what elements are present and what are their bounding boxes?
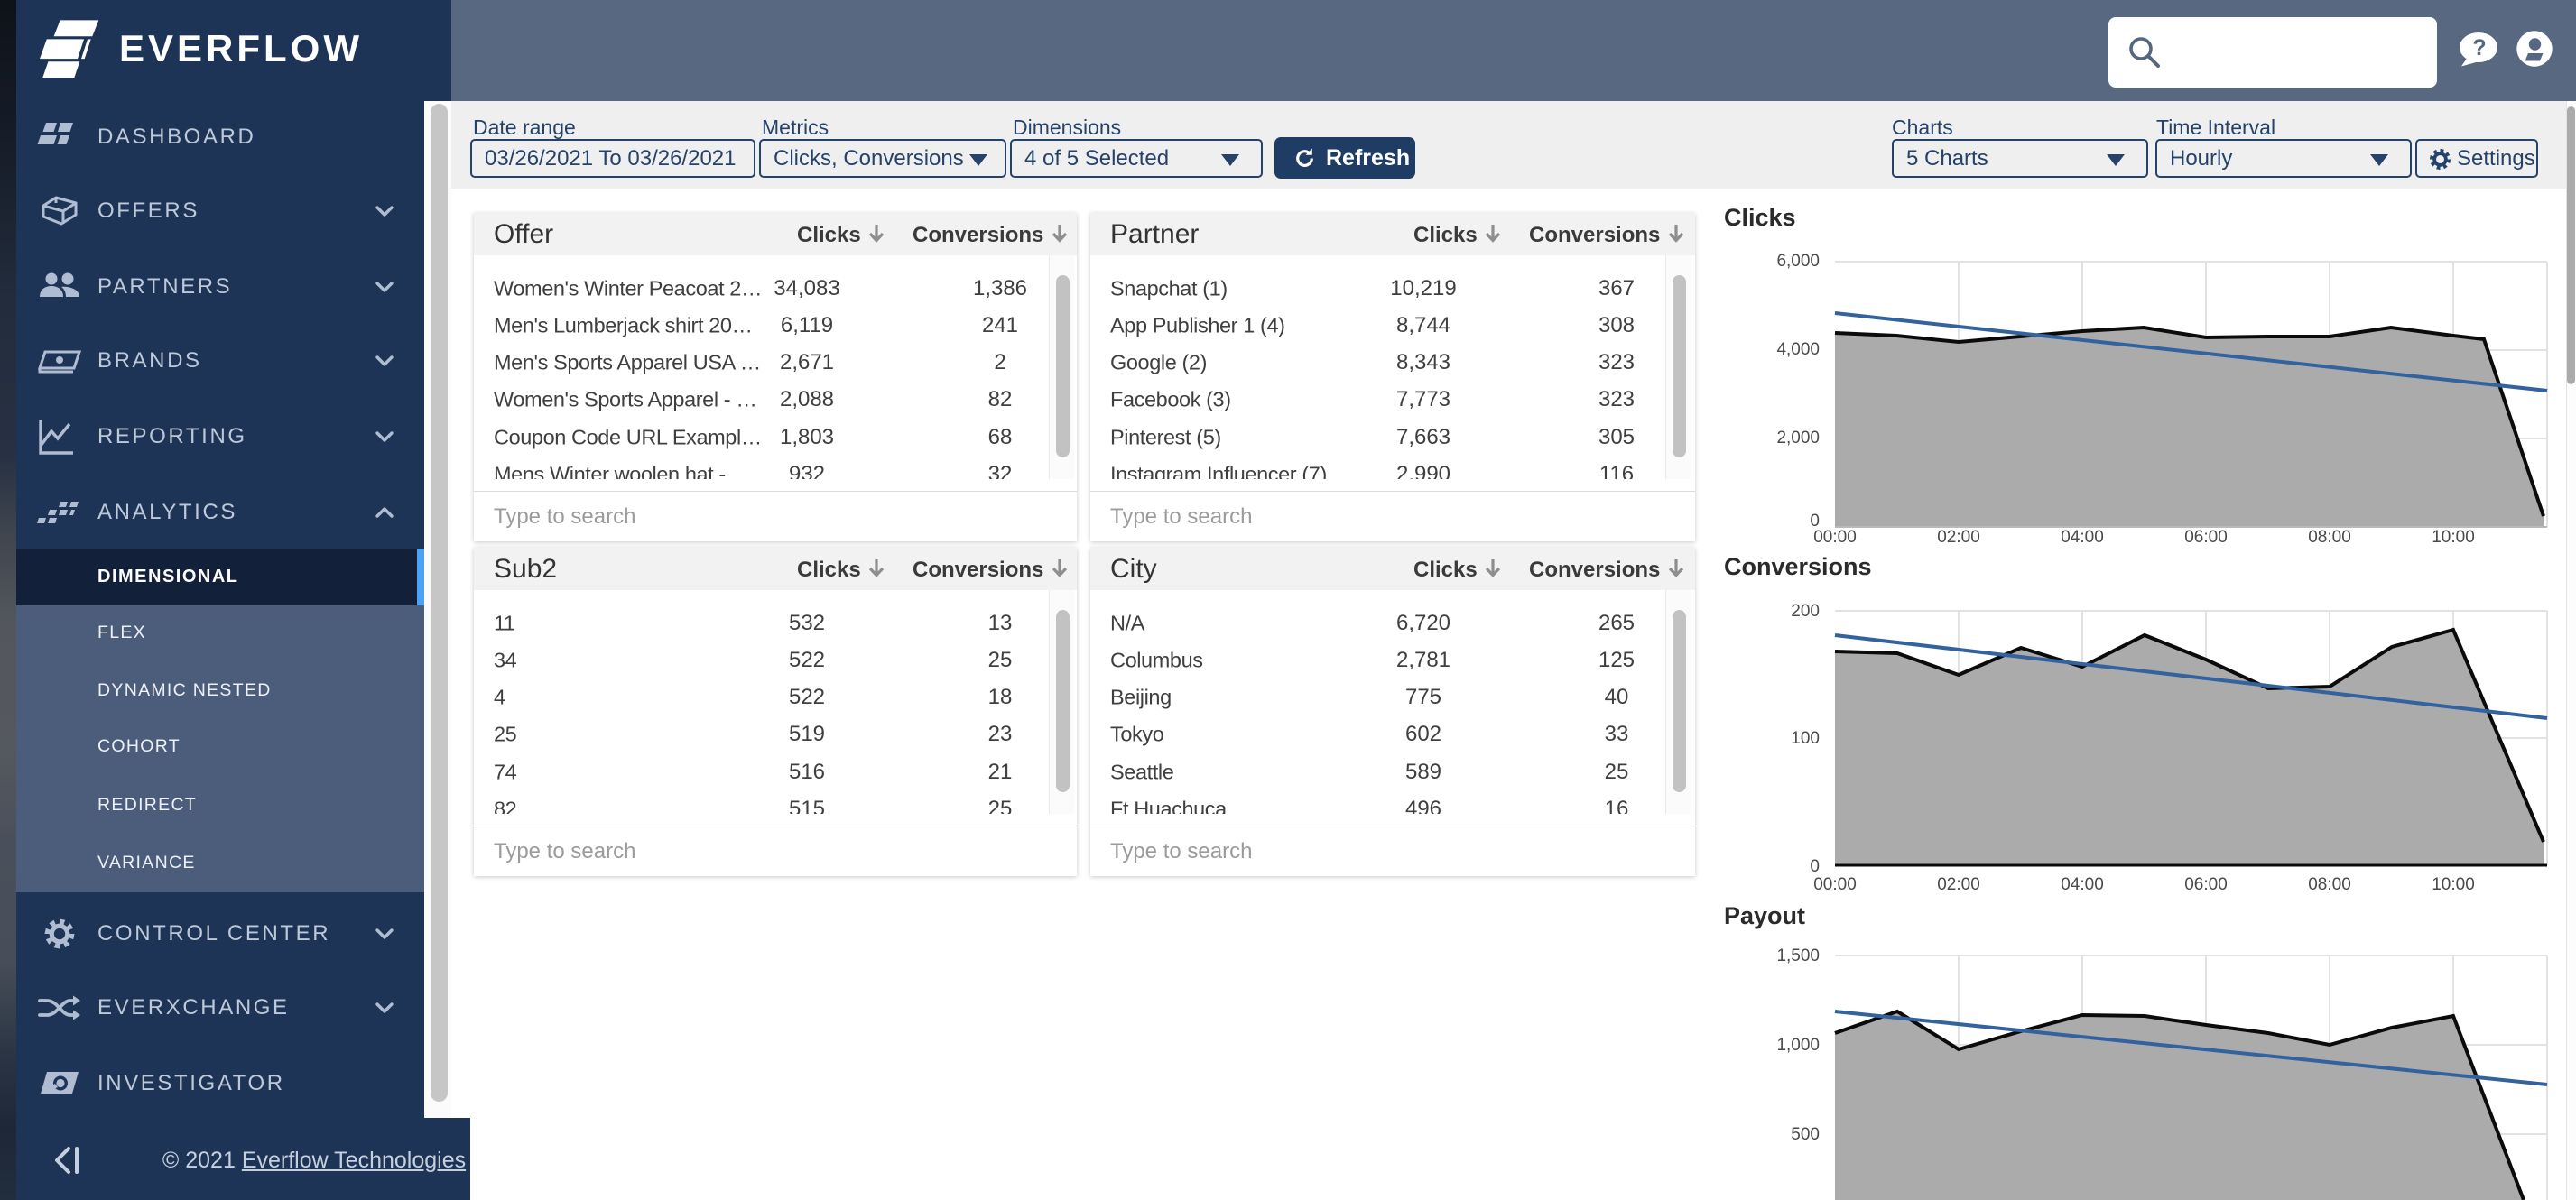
svg-text:0: 0 <box>1810 857 1820 876</box>
svg-text:00:00: 00:00 <box>1813 875 1857 894</box>
svg-text:04:00: 04:00 <box>2061 528 2104 547</box>
svg-text:4,000: 4,000 <box>1776 340 1820 359</box>
svg-text:02:00: 02:00 <box>1937 875 1980 894</box>
svg-text:2,000: 2,000 <box>1776 429 1820 448</box>
svg-text:04:00: 04:00 <box>2061 875 2104 894</box>
svg-text:200: 200 <box>1791 602 1820 621</box>
svg-text:100: 100 <box>1791 729 1820 748</box>
svg-text:Payout: Payout <box>1724 902 1805 929</box>
svg-text:10:00: 10:00 <box>2432 528 2475 547</box>
svg-text:08:00: 08:00 <box>2308 875 2351 894</box>
svg-text:Clicks: Clicks <box>1724 204 1796 231</box>
svg-text:6,000: 6,000 <box>1776 252 1820 271</box>
svg-text:10:00: 10:00 <box>2432 875 2475 894</box>
svg-text:02:00: 02:00 <box>1937 528 1980 547</box>
svg-text:1,500: 1,500 <box>1776 946 1820 965</box>
svg-text:00:00: 00:00 <box>1813 528 1857 547</box>
svg-text:06:00: 06:00 <box>2184 528 2228 547</box>
svg-text:08:00: 08:00 <box>2308 528 2351 547</box>
svg-text:500: 500 <box>1791 1125 1820 1144</box>
svg-text:1,000: 1,000 <box>1776 1036 1820 1055</box>
svg-text:06:00: 06:00 <box>2184 875 2228 894</box>
svg-text:?: ? <box>2472 35 2486 60</box>
svg-text:Conversions: Conversions <box>1724 553 1872 580</box>
